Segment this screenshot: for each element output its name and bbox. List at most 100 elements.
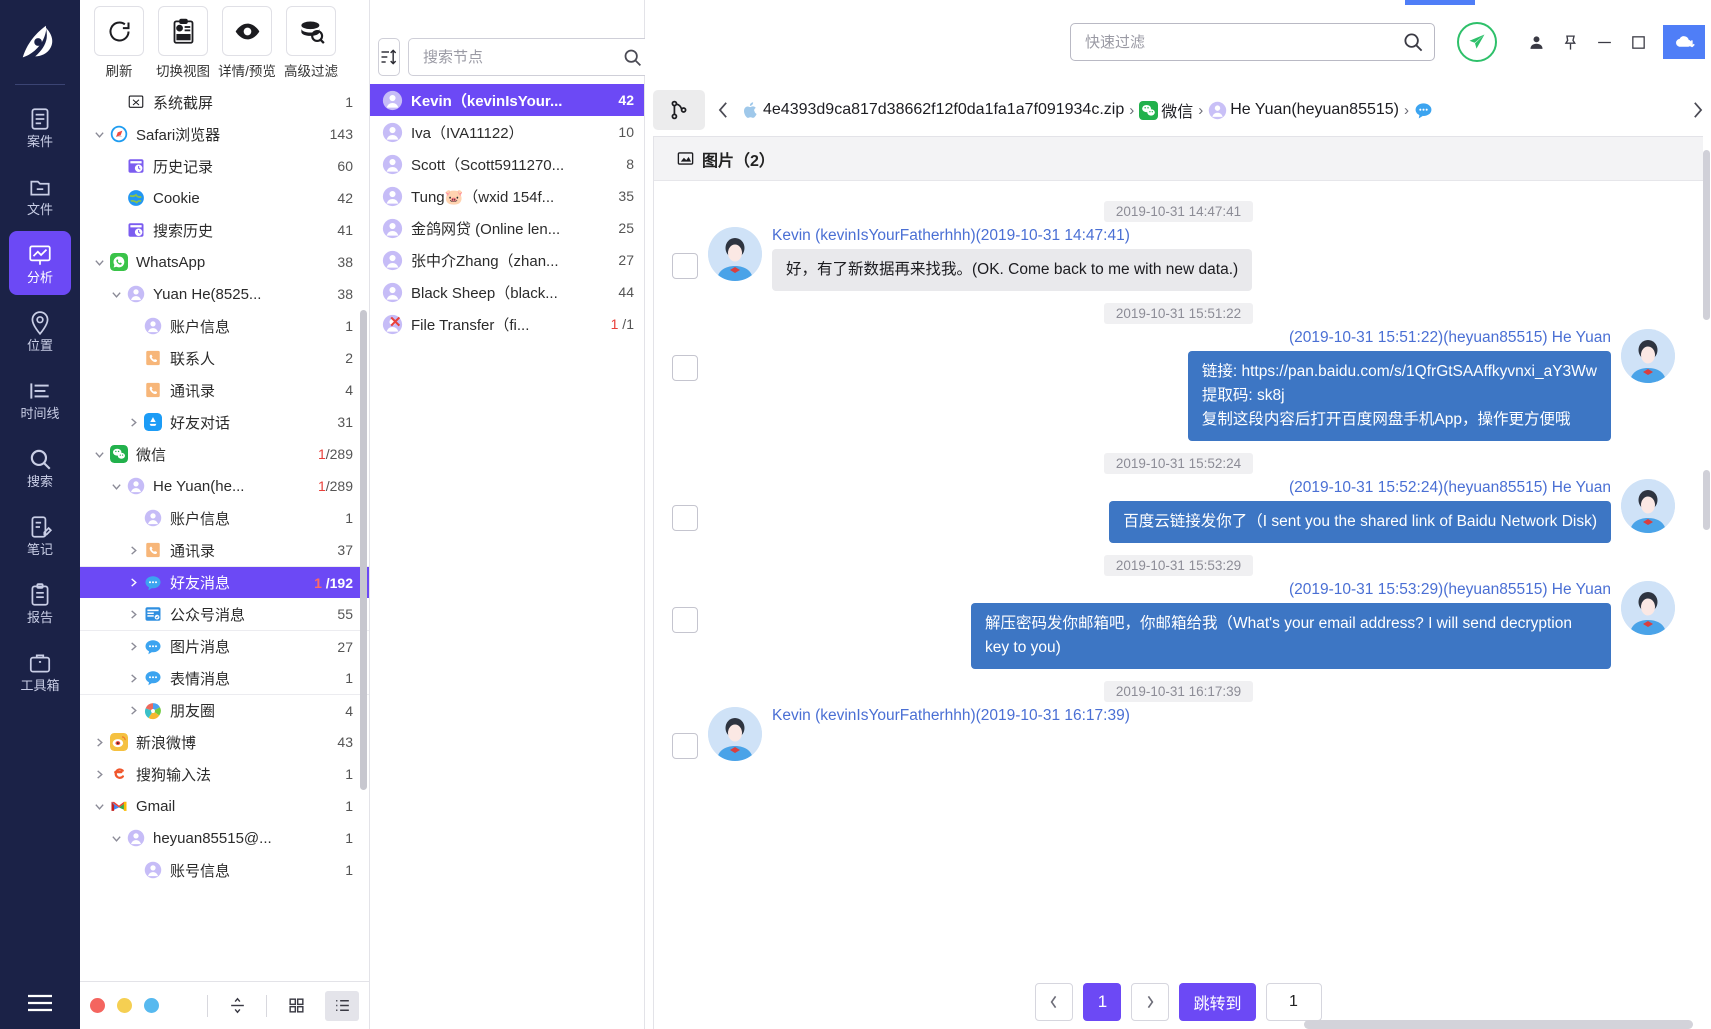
grid-view-icon[interactable] xyxy=(279,991,313,1021)
tree-twisty[interactable] xyxy=(124,673,142,684)
tree-node[interactable]: 朋友圈 4 xyxy=(80,694,369,726)
tree-node[interactable]: 联系人 2 xyxy=(80,342,369,374)
sort-button[interactable] xyxy=(378,38,400,76)
tree-twisty[interactable] xyxy=(107,289,125,300)
list-item[interactable]: Scott（Scott5911270... 8 xyxy=(370,148,644,180)
main-vertical-scrollbar[interactable] xyxy=(1703,150,1710,320)
list-item[interactable]: 金鸽网贷 (Online len... 25 xyxy=(370,212,644,244)
tree-vertical-scrollbar[interactable] xyxy=(360,310,367,790)
list-item[interactable]: Kevin（kevinIsYour... 42 xyxy=(370,84,644,116)
message-checkbox[interactable] xyxy=(672,355,698,381)
pin-window-button[interactable] xyxy=(1553,25,1587,59)
tree-node[interactable]: 公众号消息 55 xyxy=(80,598,369,630)
tree-node[interactable]: 历史记录 60 xyxy=(80,150,369,182)
message-checkbox[interactable] xyxy=(672,733,698,759)
tag-dot-blue[interactable] xyxy=(144,998,159,1013)
sidebar-item-timeline[interactable]: 时间线 xyxy=(9,367,71,431)
sidebar-item-files[interactable]: 文件 xyxy=(9,163,71,227)
maximize-button[interactable] xyxy=(1621,25,1655,59)
sidebar-item-search[interactable]: 搜索 xyxy=(9,435,71,499)
breadcrumb-item-wechat[interactable]: 微信 xyxy=(1139,98,1193,122)
tree-node[interactable]: 新浪微博 43 xyxy=(80,726,369,758)
breadcrumb-item-account[interactable]: He Yuan(heyuan85515) xyxy=(1208,101,1399,120)
tree-node[interactable]: 搜狗输入法 1 xyxy=(80,758,369,790)
tree-twisty[interactable] xyxy=(124,705,142,716)
tree-node[interactable]: 表情消息 1 xyxy=(80,662,369,694)
page-number-1[interactable]: 1 xyxy=(1083,983,1122,1021)
node-search-box[interactable] xyxy=(408,38,652,76)
branch-tree-button[interactable] xyxy=(653,90,705,130)
tree-twisty[interactable] xyxy=(90,769,108,780)
breadcrumb-forward-button[interactable] xyxy=(1683,90,1711,130)
sidebar-item-case[interactable]: 案件 xyxy=(9,95,71,159)
tree-twisty[interactable] xyxy=(124,417,142,428)
tree-node[interactable]: 通讯录 37 xyxy=(80,534,369,566)
next-page-button[interactable] xyxy=(1131,983,1170,1021)
message-bubble[interactable]: 解压密码发你邮箱吧，你邮箱给我（What's your email addres… xyxy=(971,603,1611,669)
collapse-expand-icon[interactable] xyxy=(220,991,254,1021)
switch-view-button[interactable]: 切换视图 xyxy=(156,6,210,84)
sidebar-item-analysis[interactable]: 分析 xyxy=(9,231,71,295)
secondary-vertical-scrollbar[interactable] xyxy=(1703,470,1710,530)
tree-node[interactable]: 账号信息 1 xyxy=(80,854,369,886)
tree-node[interactable]: Yuan He(8525... 38 xyxy=(80,278,369,310)
hamburger-menu-button[interactable] xyxy=(0,991,80,1015)
advanced-filter-button[interactable]: 高级过滤 xyxy=(284,6,338,84)
tree-node[interactable]: heyuan85515@... 1 xyxy=(80,822,369,854)
breadcrumb-back-button[interactable] xyxy=(709,90,737,130)
user-account-button[interactable] xyxy=(1519,25,1553,59)
prev-page-button[interactable] xyxy=(1035,983,1074,1021)
message-bubble[interactable]: 好，有了新数据再来找我。(OK. Come back to me with ne… xyxy=(772,249,1253,291)
tree-twisty[interactable] xyxy=(90,257,108,268)
cloud-download-button[interactable] xyxy=(1663,25,1705,59)
message-checkbox[interactable] xyxy=(672,253,698,279)
list-item[interactable]: Iva（IVA11122） 10 xyxy=(370,116,644,148)
tree-node[interactable]: 微信 1/289 xyxy=(80,438,369,470)
tree-node[interactable]: 系统截屏 1 xyxy=(80,86,369,118)
tree-node[interactable]: 账户信息 1 xyxy=(80,502,369,534)
send-feedback-button[interactable] xyxy=(1457,22,1497,62)
list-item[interactable]: Tung🐷（wxid 154f... 35 xyxy=(370,180,644,212)
jump-to-input[interactable] xyxy=(1265,983,1322,1021)
tree-node[interactable]: 账户信息 1 xyxy=(80,310,369,342)
tree-twisty[interactable] xyxy=(124,641,142,652)
tree-twisty[interactable] xyxy=(107,481,125,492)
quick-filter-box[interactable] xyxy=(1070,23,1435,61)
tree-twisty[interactable] xyxy=(124,609,142,620)
message-bubble[interactable]: 百度云链接发你了（I sent you the shared link of B… xyxy=(1109,501,1611,543)
list-view-icon[interactable] xyxy=(325,990,359,1021)
list-item[interactable]: ✕ File Transfer（fi... 1 /1 xyxy=(370,308,644,340)
list-item[interactable]: Black Sheep（black... 44 xyxy=(370,276,644,308)
tree-node[interactable]: 搜索历史 41 xyxy=(80,214,369,246)
tree-node[interactable]: 好友消息 1 /192 xyxy=(80,566,369,598)
quick-filter-input[interactable] xyxy=(1085,33,1402,51)
tree-node[interactable]: He Yuan(he... 1/289 xyxy=(80,470,369,502)
tree-twisty[interactable] xyxy=(124,577,142,588)
sidebar-item-report[interactable]: 报告 xyxy=(9,571,71,635)
tree-twisty[interactable] xyxy=(107,833,125,844)
message-list[interactable]: 2019-10-31 14:47:41 Kevin (kevinIsYourFat… xyxy=(654,181,1703,1029)
node-list[interactable]: Kevin（kevinIsYour... 42 Iva（IVA11122） 10 Sco… xyxy=(370,84,644,340)
tree-node[interactable]: WhatsApp 38 xyxy=(80,246,369,278)
tree-node[interactable]: 通讯录 4 xyxy=(80,374,369,406)
tree-twisty[interactable] xyxy=(90,737,108,748)
tree-twisty[interactable] xyxy=(90,129,108,140)
search-input[interactable] xyxy=(423,48,622,66)
search-icon[interactable] xyxy=(1402,31,1424,53)
sidebar-item-location[interactable]: 位置 xyxy=(9,299,71,363)
tree-node[interactable]: 好友对话 31 xyxy=(80,406,369,438)
device-artifact-tree[interactable]: 系统截屏 1 Safari浏览器 143 历史记录 60 Cookie 42 搜索历史 41 Wha… xyxy=(80,84,369,981)
message-checkbox[interactable] xyxy=(672,607,698,633)
jump-to-button[interactable]: 跳转到 xyxy=(1179,983,1256,1021)
tag-dot-yellow[interactable] xyxy=(117,998,132,1013)
refresh-button[interactable]: 刷新 xyxy=(94,6,144,84)
detail-preview-button[interactable]: 详情/预览 xyxy=(218,6,276,84)
message-checkbox[interactable] xyxy=(672,505,698,531)
tree-node[interactable]: Cookie 42 xyxy=(80,182,369,214)
tree-twisty[interactable] xyxy=(124,545,142,556)
breadcrumb-item-messages[interactable] xyxy=(1414,101,1433,120)
tree-twisty[interactable] xyxy=(90,449,108,460)
message-bubble[interactable]: 链接: https://pan.baidu.com/s/1QfrGtSAAffk… xyxy=(1187,351,1611,441)
sidebar-item-toolbox[interactable]: 工具箱 xyxy=(9,639,71,703)
search-icon[interactable] xyxy=(622,47,643,68)
